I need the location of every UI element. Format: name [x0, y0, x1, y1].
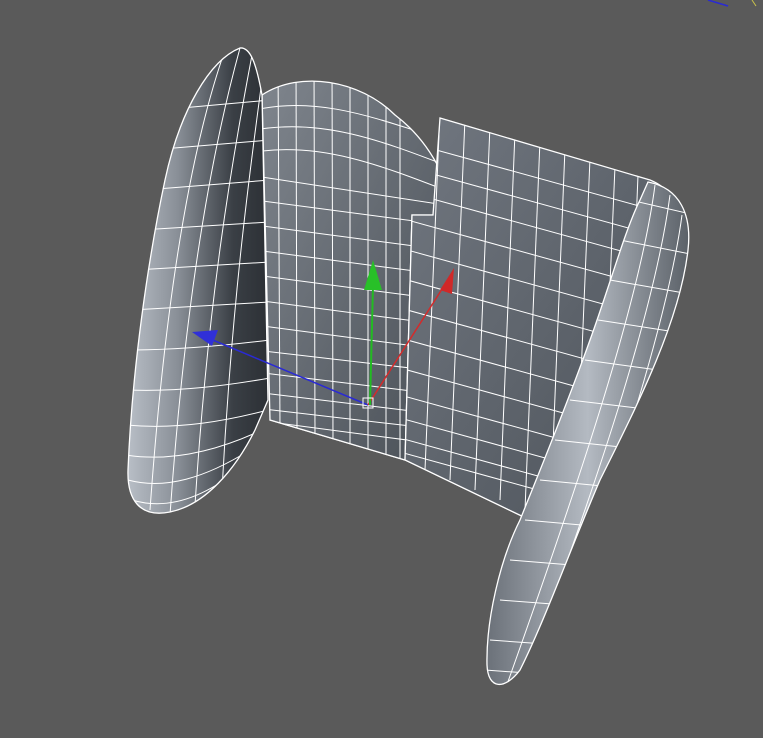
3d-viewport[interactable]: [0, 0, 763, 738]
